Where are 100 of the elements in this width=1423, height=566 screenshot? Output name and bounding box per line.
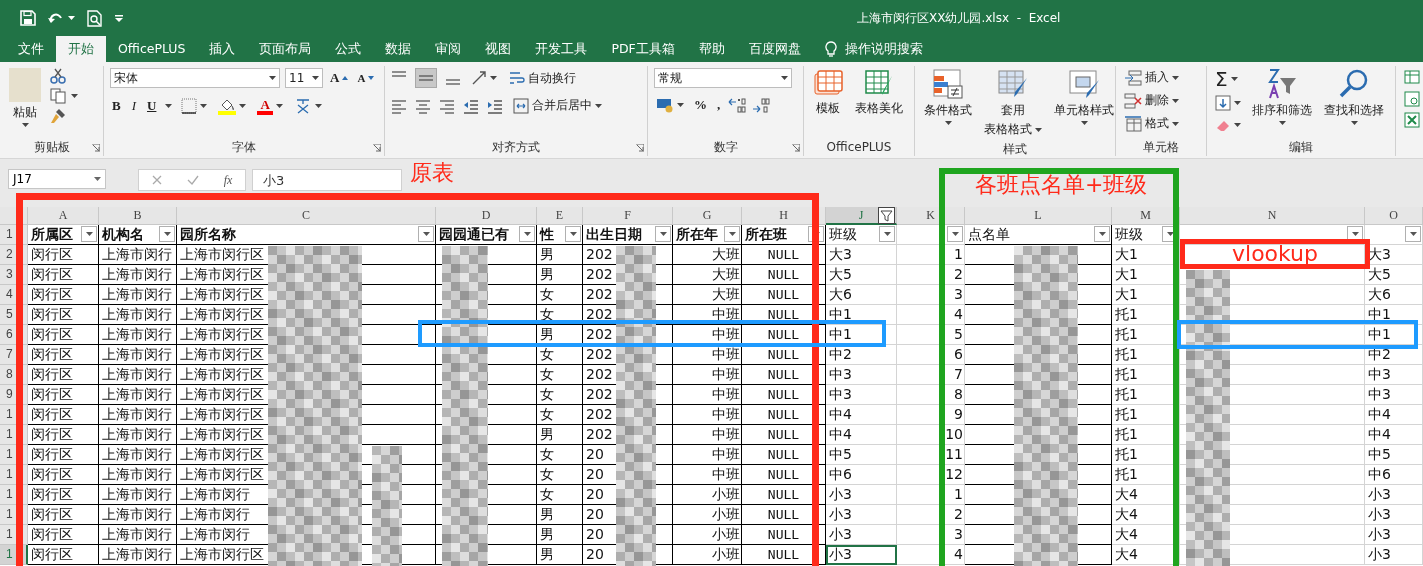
find-select-button[interactable]: 查找和选择 bbox=[1321, 66, 1387, 138]
filter-dropdown-button[interactable] bbox=[565, 226, 581, 242]
column-header[interactable]: O bbox=[1365, 207, 1423, 225]
annotation-label: 原表 bbox=[410, 160, 454, 186]
italic-button[interactable]: I bbox=[129, 97, 138, 115]
column-header[interactable]: K bbox=[897, 207, 965, 225]
wrap-text-button[interactable]: 自动换行 bbox=[507, 68, 578, 88]
ribbon-tab[interactable]: PDF工具箱 bbox=[599, 36, 687, 62]
dialog-launcher-icon[interactable] bbox=[636, 144, 644, 152]
ribbon-tab[interactable]: 审阅 bbox=[423, 36, 474, 62]
conditional-formatting-button[interactable]: 条件格式 bbox=[921, 66, 975, 140]
filter-dropdown-button[interactable] bbox=[1094, 226, 1110, 242]
format-cells-button[interactable]: 格式 bbox=[1122, 114, 1181, 133]
borders-button[interactable] bbox=[179, 97, 210, 115]
filter-dropdown-button[interactable] bbox=[947, 226, 963, 242]
name-box[interactable]: J17 bbox=[8, 169, 106, 189]
table-cell: 小班 bbox=[673, 485, 742, 505]
insert-cells-button[interactable]: 插入 bbox=[1122, 68, 1181, 87]
format-as-table-button[interactable]: 套用 表格格式 bbox=[981, 66, 1045, 140]
column-header[interactable]: F bbox=[583, 207, 673, 225]
decrease-indent-icon[interactable] bbox=[463, 97, 479, 114]
decrease-font-size-button[interactable]: A bbox=[355, 71, 377, 85]
check-icon[interactable] bbox=[186, 175, 199, 185]
ribbon-tab[interactable]: 文件 bbox=[6, 36, 56, 62]
sort-filter-button[interactable]: 排序和筛选 bbox=[1249, 66, 1315, 138]
tell-me-search[interactable]: 操作说明搜索 bbox=[844, 40, 923, 58]
save-icon[interactable] bbox=[20, 10, 36, 26]
table-cell: 1 bbox=[897, 485, 965, 505]
column-header[interactable]: H bbox=[742, 207, 826, 225]
merge-center-button[interactable]: 合并后居中 bbox=[511, 96, 604, 115]
dialog-launcher-icon[interactable] bbox=[792, 144, 800, 152]
font-size-field[interactable]: 11 bbox=[285, 68, 323, 88]
filter-dropdown-button[interactable] bbox=[519, 226, 535, 242]
column-header[interactable]: G bbox=[673, 207, 742, 225]
insert-function-button[interactable]: fx bbox=[223, 172, 233, 188]
dialog-launcher-icon[interactable] bbox=[92, 144, 100, 152]
filter-dropdown-button[interactable] bbox=[724, 226, 740, 242]
column-header[interactable]: D bbox=[436, 207, 537, 225]
font-name-field[interactable]: 宋体 bbox=[110, 68, 280, 88]
comma-style-button[interactable]: , bbox=[715, 96, 723, 114]
filter-applied-icon[interactable] bbox=[878, 207, 895, 224]
column-header[interactable]: B bbox=[99, 207, 177, 225]
sheet-x-icon[interactable] bbox=[1404, 112, 1420, 128]
active-cell[interactable]: 小3 bbox=[826, 545, 897, 565]
filter-dropdown-button[interactable] bbox=[418, 226, 434, 242]
ribbon-tab[interactable]: 视图 bbox=[473, 36, 524, 62]
align-right-icon[interactable] bbox=[439, 97, 455, 114]
paste-button[interactable]: 粘贴 bbox=[6, 66, 44, 138]
column-header[interactable]: J bbox=[826, 207, 897, 225]
ribbon-tab[interactable]: 公式 bbox=[323, 36, 374, 62]
increase-font-size-button[interactable]: A bbox=[328, 69, 351, 87]
column-header[interactable]: E bbox=[537, 207, 583, 225]
number-format-field[interactable]: 常规 bbox=[654, 68, 792, 88]
ribbon-tab[interactable]: 页面布局 bbox=[247, 36, 324, 62]
ribbon-tab[interactable]: 数据 bbox=[373, 36, 424, 62]
font-color-button[interactable]: A bbox=[255, 96, 285, 116]
filter-dropdown-button[interactable] bbox=[879, 226, 895, 242]
print-preview-icon[interactable] bbox=[87, 9, 103, 27]
bold-button[interactable]: B bbox=[110, 97, 123, 115]
column-header[interactable]: L bbox=[965, 207, 1112, 225]
autosum-button[interactable]: Σ bbox=[1213, 68, 1243, 90]
column-header[interactable]: C bbox=[177, 207, 436, 225]
filter-dropdown-button[interactable] bbox=[159, 226, 175, 242]
undo-icon[interactable] bbox=[48, 11, 64, 25]
customize-caret-icon[interactable] bbox=[115, 14, 123, 22]
ribbon-tab[interactable]: OfficePLUS bbox=[106, 36, 198, 62]
ribbon-tab[interactable]: 百度网盘 bbox=[736, 36, 813, 62]
copy-icon[interactable] bbox=[50, 88, 66, 104]
increase-indent-icon[interactable] bbox=[487, 97, 503, 114]
increase-decimal-icon[interactable] bbox=[728, 97, 747, 113]
ribbon-tab[interactable]: 开发工具 bbox=[523, 36, 600, 62]
table-cell: 上海市闵行 bbox=[99, 265, 177, 285]
cell-styles-button[interactable]: 单元格样式 bbox=[1051, 66, 1117, 140]
percent-button[interactable]: % bbox=[692, 96, 709, 114]
ribbon-tab[interactable]: 插入 bbox=[197, 36, 248, 62]
ribbon-tab[interactable]: 帮助 bbox=[686, 36, 737, 62]
column-header[interactable]: N bbox=[1180, 207, 1365, 225]
formula-field[interactable]: 小3 bbox=[252, 169, 402, 191]
decrease-decimal-icon[interactable] bbox=[752, 97, 771, 113]
ribbon-tab[interactable]: 开始 bbox=[56, 36, 106, 62]
column-header[interactable]: A bbox=[28, 207, 99, 225]
lightbulb-icon[interactable] bbox=[824, 40, 837, 58]
column-header[interactable]: M bbox=[1112, 207, 1180, 225]
table-cell: 9 bbox=[897, 405, 965, 425]
fill-button[interactable] bbox=[1213, 94, 1243, 112]
currency-format-button[interactable] bbox=[654, 96, 686, 114]
table-beautify-button[interactable]: 表格美化 bbox=[852, 66, 906, 138]
format-painter-icon[interactable] bbox=[50, 108, 66, 124]
filter-dropdown-button[interactable] bbox=[1405, 226, 1421, 242]
table-filter-icon[interactable] bbox=[1404, 70, 1420, 86]
cut-icon[interactable] bbox=[50, 68, 66, 84]
delete-cells-button[interactable]: 删除 bbox=[1122, 91, 1181, 110]
filter-dropdown-button[interactable] bbox=[655, 226, 671, 242]
analyze-icon[interactable] bbox=[1404, 91, 1420, 107]
template-button[interactable]: 模板 bbox=[810, 66, 846, 138]
align-left-icon[interactable] bbox=[391, 97, 407, 114]
align-center-icon[interactable] bbox=[415, 97, 431, 114]
filter-dropdown-button[interactable] bbox=[81, 226, 97, 242]
dialog-launcher-icon[interactable] bbox=[373, 144, 381, 152]
underline-button[interactable]: U bbox=[145, 97, 159, 115]
